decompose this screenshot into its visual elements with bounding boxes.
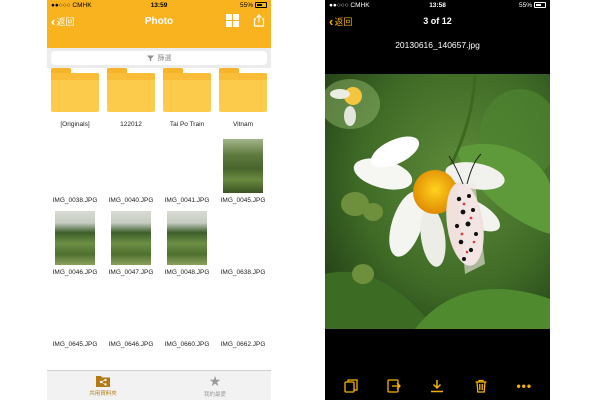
tab-label: 我的最愛 — [203, 391, 226, 398]
file-item[interactable]: IMG_0638.JPG — [215, 209, 271, 276]
status-bar: ●●○○○ CMHK 13:59 55% — [47, 0, 271, 10]
carrier-label: ●●○○○ CMHK — [51, 1, 92, 9]
photo-thumbnail — [223, 139, 263, 193]
folder-label: 122012 — [120, 121, 142, 128]
nav-bar: ‹ 返回 Photo — [47, 10, 271, 32]
folder-label: [Originals] — [60, 121, 90, 128]
view-mode-icon[interactable] — [226, 14, 239, 27]
battery-percent: 55% — [239, 1, 253, 9]
download-button[interactable] — [427, 376, 447, 396]
move-icon — [387, 379, 401, 393]
photo-thumbnail — [167, 211, 207, 265]
file-label: IMG_0045.JPG — [220, 197, 266, 204]
file-label: IMG_0638.JPG — [220, 269, 266, 276]
nav-bar: ‹ 返回 3 of 12 — [325, 10, 550, 32]
photo-counter: 3 of 12 — [423, 16, 452, 26]
folder-icon — [163, 68, 211, 112]
back-button[interactable]: ‹ 返回 — [325, 15, 352, 28]
folder-item[interactable]: Tai Po Train — [159, 68, 215, 130]
copy-button[interactable] — [341, 376, 361, 396]
file-item[interactable]: IMG_0046.JPG — [47, 209, 103, 276]
filter-bar: 篩選 — [47, 48, 271, 68]
more-icon: ••• — [516, 379, 533, 393]
folder-item[interactable]: [Originals] — [47, 68, 103, 130]
tab-shared-folder[interactable]: 共用資料夾 — [47, 371, 159, 400]
tab-bar: 共用資料夾 ★ 我的最愛 — [47, 370, 271, 400]
folder-item[interactable]: 122012 — [103, 68, 159, 130]
header: ●●○○○ CMHK 13:59 55% ‹ 返回 Photo — [47, 0, 271, 48]
photo-thumbnail — [111, 211, 151, 265]
file-label: IMG_0646.JPG — [108, 341, 154, 348]
file-item[interactable]: IMG_0646.JPG — [103, 281, 159, 348]
folder-label: Tai Po Train — [169, 121, 205, 128]
folder-icon — [107, 68, 155, 112]
file-label: IMG_0040.JPG — [108, 197, 154, 204]
file-item[interactable]: IMG_0040.JPG — [103, 137, 159, 204]
folder-label: Vitnam — [232, 121, 254, 128]
filter-placeholder: 篩選 — [157, 55, 172, 62]
file-item[interactable]: IMG_0038.JPG — [47, 137, 103, 204]
tab-label: 共用資料夾 — [89, 390, 117, 397]
battery-icon — [255, 2, 267, 8]
file-label: IMG_0048.JPG — [164, 269, 210, 276]
move-button[interactable] — [384, 376, 404, 396]
photo-preview[interactable] — [325, 74, 550, 329]
share-icon[interactable] — [253, 14, 265, 27]
more-button[interactable]: ••• — [514, 376, 534, 396]
battery-percent: 55% — [518, 1, 532, 9]
filter-input[interactable]: 篩選 — [51, 51, 267, 65]
file-item[interactable]: IMG_0645.JPG — [47, 281, 103, 348]
carrier-label: ●●○○○ CMHK — [329, 1, 370, 9]
file-item[interactable]: IMG_0045.JPG — [215, 137, 271, 204]
chevron-left-icon: ‹ — [51, 13, 56, 29]
file-label: IMG_0038.JPG — [52, 197, 98, 204]
back-button[interactable]: ‹ 返回 — [47, 15, 74, 28]
download-icon — [431, 380, 444, 393]
photo-viewer-screen: ●●○○○ CMHK 13:58 55% ‹ 返回 3 of 12 201306… — [325, 0, 550, 400]
file-label: IMG_0041.JPG — [164, 197, 210, 204]
file-browser-screen: ●●○○○ CMHK 13:59 55% ‹ 返回 Photo 篩選 [Orig… — [47, 0, 271, 400]
copy-icon — [344, 379, 358, 393]
star-icon: ★ — [208, 372, 222, 389]
tab-favorites[interactable]: ★ 我的最愛 — [159, 371, 271, 400]
photo-toolbar: ••• — [325, 372, 550, 400]
file-label: IMG_0645.JPG — [52, 341, 98, 348]
file-label: IMG_0662.JPG — [220, 341, 266, 348]
filter-icon — [146, 55, 154, 61]
file-item[interactable]: IMG_0041.JPG — [159, 137, 215, 204]
battery-icon — [534, 2, 546, 8]
status-bar: ●●○○○ CMHK 13:58 55% — [325, 0, 550, 10]
file-label: IMG_0047.JPG — [108, 269, 154, 276]
file-item[interactable]: IMG_0660.JPG — [159, 281, 215, 348]
photo-thumbnail — [55, 211, 95, 265]
file-item[interactable]: IMG_0047.JPG — [103, 209, 159, 276]
back-label: 返回 — [56, 16, 75, 27]
delete-button[interactable] — [471, 376, 491, 396]
folder-icon — [219, 68, 267, 112]
file-label: IMG_0660.JPG — [164, 341, 210, 348]
folder-item[interactable]: Vitnam — [215, 68, 271, 130]
file-label: IMG_0046.JPG — [52, 269, 98, 276]
shared-folder-icon — [96, 375, 110, 387]
photo-filename: 20130616_140657.jpg — [395, 40, 480, 50]
file-item[interactable]: IMG_0662.JPG — [215, 281, 271, 348]
file-item[interactable]: IMG_0048.JPG — [159, 209, 215, 276]
trash-icon — [475, 379, 487, 393]
chevron-left-icon: ‹ — [329, 13, 334, 29]
folder-icon — [51, 68, 99, 112]
back-label: 返回 — [334, 16, 353, 27]
